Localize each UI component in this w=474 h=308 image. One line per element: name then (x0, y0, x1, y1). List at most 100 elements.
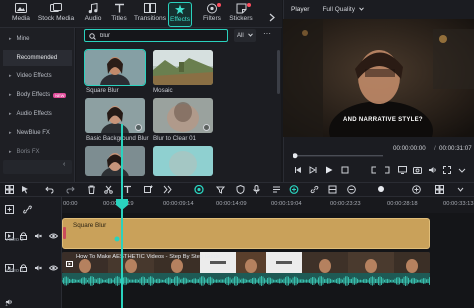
tab-media[interactable]: Media (4, 2, 38, 27)
zoom-in-icon[interactable] (411, 185, 421, 194)
tab-stock-media[interactable]: Stock Media (38, 2, 74, 27)
category-label: Video Effects (16, 73, 52, 79)
playback-progress[interactable] (292, 146, 383, 159)
play-back-icon[interactable] (309, 161, 317, 179)
category-body-effects[interactable]: ▸ Body Effects NEW (3, 87, 72, 103)
search-input[interactable] (100, 32, 220, 39)
tab-audio-label: Audio (84, 15, 102, 22)
settings-icon[interactable] (458, 161, 466, 179)
category-audio-effects[interactable]: ▸ Audio Effects (3, 106, 72, 122)
tab-titles[interactable]: Titles (102, 2, 136, 27)
track-mute-icon[interactable] (34, 259, 42, 277)
category-recommended[interactable]: ▸Recommended (3, 50, 72, 66)
ai-tool-icon[interactable] (194, 185, 204, 194)
category-label: Recommended (16, 55, 58, 61)
quality-dropdown[interactable]: Full Quality (322, 6, 355, 13)
tab-media-label: Media (12, 15, 30, 22)
play-icon[interactable] (325, 161, 333, 179)
collapse-panel-icon[interactable]: ‹ (63, 161, 65, 168)
ruler-label: 00:00:14:09 (216, 201, 247, 207)
step-back-icon[interactable] (294, 161, 302, 179)
zoom-slider-handle[interactable] (378, 186, 384, 192)
mark-out-icon[interactable] (383, 161, 391, 179)
chevron-down-icon[interactable] (455, 185, 465, 194)
split-icon[interactable] (103, 185, 113, 194)
link-tracks-icon[interactable] (23, 201, 32, 219)
category-mine[interactable]: ▸ Mine (3, 31, 72, 47)
tab-filters[interactable]: Filters (195, 2, 229, 27)
download-icon[interactable] (135, 124, 142, 131)
filter-dropdown[interactable]: All (234, 29, 256, 42)
category-newblue-fx[interactable]: ▸ NewBlue FX (3, 125, 72, 141)
more-options-icon[interactable]: ··· (261, 29, 273, 42)
search-icon (89, 27, 96, 45)
stock-media-icon (49, 2, 63, 14)
more-tools-icon[interactable] (162, 185, 172, 194)
search-box[interactable] (84, 29, 228, 42)
mark-in-icon[interactable] (370, 161, 378, 179)
download-icon[interactable] (203, 124, 210, 131)
player-tab-label[interactable]: Player (291, 6, 309, 13)
delete-icon[interactable] (86, 185, 96, 194)
transitions-icon (143, 2, 157, 14)
clip-trim-handle[interactable] (63, 227, 66, 239)
crop-icon[interactable] (143, 185, 153, 194)
new-badge: NEW (53, 92, 67, 98)
track-visibility-icon[interactable] (48, 227, 59, 245)
effect-thumb-blur-to-clear[interactable] (153, 98, 213, 133)
effect-thumb-basic-background-blur[interactable] (85, 98, 145, 133)
category-label: Boris FX (16, 149, 40, 155)
link-icon[interactable] (309, 185, 319, 194)
browser-scrollbar[interactable] (277, 50, 280, 94)
zoom-out-icon[interactable] (346, 185, 356, 194)
track-visibility-icon[interactable] (48, 259, 59, 277)
microphone-icon[interactable] (251, 185, 261, 194)
stickers-icon (234, 2, 248, 14)
ruler-label: 00:00:09:14 (163, 201, 194, 207)
new-dot-icon (217, 3, 221, 7)
redo-icon[interactable] (65, 185, 75, 194)
auto-ripple-icon[interactable] (289, 185, 299, 194)
chevron-right-icon[interactable] (269, 9, 275, 27)
effect-thumb-blur[interactable] (153, 146, 213, 176)
effect-label: Mosaic (153, 87, 173, 94)
ruler-label: 00:00:23:23 (330, 201, 361, 207)
voiceover-list-icon[interactable] (271, 185, 281, 194)
grid-view-icon[interactable] (434, 185, 444, 194)
effect-thumb-square-blur[interactable] (84, 49, 146, 86)
playhead-line[interactable] (121, 124, 123, 308)
category-label: Audio Effects (16, 111, 52, 117)
effect-thumb-mosaic[interactable] (153, 50, 213, 85)
fullscreen-icon[interactable] (443, 161, 451, 179)
stop-icon[interactable] (341, 161, 349, 179)
layout-grid-icon[interactable] (4, 185, 14, 194)
select-tool-icon[interactable] (20, 185, 30, 194)
snapshot-icon[interactable] (413, 161, 422, 179)
track-mute-icon[interactable] (34, 227, 42, 245)
total-time: 00:00:31:07 (439, 145, 472, 152)
playhead-handle[interactable] (115, 198, 129, 210)
tab-effects[interactable]: Effects (168, 2, 192, 27)
media-icon (14, 2, 28, 14)
tab-effects-label: Effects (169, 16, 191, 23)
volume-icon[interactable] (428, 161, 437, 179)
tab-transitions[interactable]: Transitions (132, 2, 168, 27)
tab-titles-label: Titles (111, 15, 127, 22)
audio-waveform[interactable] (61, 273, 430, 286)
shield-icon[interactable] (235, 185, 245, 194)
add-track-icon[interactable] (5, 201, 14, 219)
tab-transitions-label: Transitions (133, 15, 166, 22)
effect-thumb-blur[interactable] (85, 146, 145, 176)
category-video-effects[interactable]: ▸ Video Effects (3, 68, 72, 84)
caret-right-icon: ▸ (9, 92, 12, 98)
render-icon[interactable] (215, 185, 225, 194)
display-icon[interactable] (398, 161, 407, 179)
caret-right-icon: ▸ (9, 73, 12, 79)
snapping-icon[interactable] (327, 185, 337, 194)
undo-icon[interactable] (44, 185, 54, 194)
video-preview: AND NARRATIVE STYLE? (283, 19, 474, 137)
tab-stickers[interactable]: Stickers (226, 2, 256, 27)
text-tool-icon[interactable] (122, 185, 132, 194)
category-boris-fx[interactable]: ▸ Boris FX (3, 144, 72, 160)
effect-label: Square Blur (86, 87, 119, 94)
